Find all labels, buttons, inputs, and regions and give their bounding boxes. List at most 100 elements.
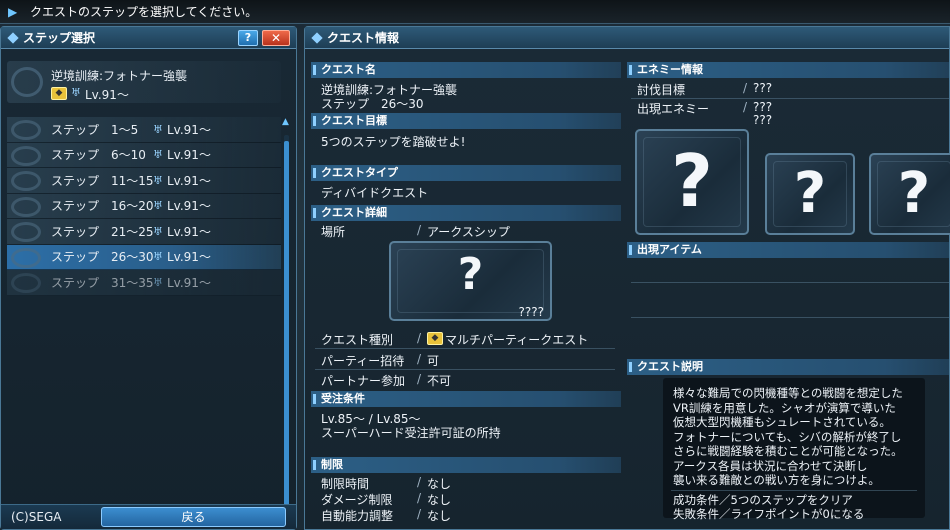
gear-icon [11,196,41,217]
quest-step-value: ステップ 26〜30 [321,97,424,111]
level-icon: ♅ [153,250,163,264]
step-name: ステップ 11〜15 [51,173,154,188]
target-value: ??? [753,81,773,95]
step-name: ステップ 6〜10 [51,148,146,163]
step-level: Lv.91〜 [167,122,211,137]
chevron-right-icon: ▶ [8,5,18,19]
auto-adjust-value: なし [427,509,452,523]
step-item-4[interactable]: ステップ 16〜20 ♅ Lv.91〜 [7,193,281,219]
enemy-value-2: ??? [753,113,773,127]
question-mark-icon: ? [793,161,827,226]
location-card[interactable]: ? ???? [389,241,552,321]
step-level: Lv.91〜 [167,199,211,214]
enemy-card-3[interactable]: ? [869,153,950,235]
quest-type-value: ディバイドクエスト [321,186,429,200]
step-item-6[interactable]: ステップ 26〜30 ♅ Lv.91〜 [7,244,281,270]
quest-info-panel: クエスト情報 クエスト名 逆境訓練:フォトナー強襲 ステップ 26〜30 クエス… [304,26,950,530]
damage-limit-value: なし [427,493,452,507]
quest-kind-value: マルチパーティークエスト [445,333,589,347]
enemy-label: 出現エネミー [637,102,710,116]
step-item-3[interactable]: ステップ 11〜15 ♅ Lv.91〜 [7,168,281,194]
restriction-heading: 制限 [311,457,621,473]
target-label: 討伐目標 [637,83,686,97]
bottom-bar: (C)SEGA 戻る [1,504,296,529]
quest-goal-heading: クエスト目標 [311,113,621,129]
step-select-panel: ステップ選択 ? ✕ 逆境訓練:フォトナー強襲 ◆ ♅ Lv.91〜 ステップ … [0,26,297,530]
slash-separator: / [417,331,422,345]
enemy-card-2[interactable]: ? [765,153,855,235]
slash-separator: / [417,352,422,366]
level-icon: ♅ [71,86,81,99]
scroll-up-icon[interactable]: ▲ [282,117,289,127]
party-invite-value: 可 [427,354,440,368]
level-icon: ♅ [153,199,163,213]
copyright-text: (C)SEGA [11,510,62,524]
multi-party-icon: ◆ [51,87,67,100]
question-mark-icon: ? [457,249,484,300]
quest-description-heading: クエスト説明 [627,359,949,375]
quest-name-heading: クエスト名 [311,62,621,78]
level-icon: ♅ [153,148,163,162]
slash-separator: / [417,491,422,505]
gear-icon [11,67,43,97]
top-message: クエストのステップを選択してください。 [30,5,258,19]
close-button[interactable]: ✕ [262,30,290,46]
order-requirement-heading: 受注条件 [311,391,621,407]
quest-goal-value: 5つのステップを踏破せよ! [321,135,466,149]
gear-icon [11,222,41,242]
step-list: ステップ 1〜5 ♅ Lv.91〜 ステップ 6〜10 ♅ Lv.91〜 ステッ… [7,117,281,296]
step-level: Lv.91〜 [167,224,211,239]
auto-adjust-label: 自動能力調整 [321,509,394,523]
partner-join-value: 不可 [427,374,452,388]
quest-type-heading: クエストタイプ [311,165,621,181]
slash-separator: / [743,100,748,114]
location-label: 場所 [321,225,346,239]
enemy-value-1: ??? [753,100,773,114]
quest-kind-label: クエスト種別 [321,333,394,347]
question-mark-icon: ? [671,139,713,223]
damage-limit-label: ダメージ制限 [321,493,393,507]
slash-separator: / [743,81,748,95]
location-value: アークスシップ [427,225,510,239]
multi-party-icon: ◆ [427,332,443,345]
step-item-1[interactable]: ステップ 1〜5 ♅ Lv.91〜 [7,117,281,143]
time-limit-label: 制限時間 [321,477,370,491]
step-name: ステップ 1〜5 [51,122,139,137]
quest-description-text: 様々な難局での閃機種等との戦闘を想定した VR訓練を用意した。シャオが演算で導い… [673,386,903,487]
quest-title-item: 逆境訓練:フォトナー強襲 ◆ ♅ Lv.91〜 [7,61,281,103]
level-icon: ♅ [153,275,163,289]
quest-level: Lv.91〜 [85,88,129,102]
diamond-icon [7,32,19,44]
scrollbar[interactable] [284,135,289,515]
step-item-5[interactable]: ステップ 21〜25 ♅ Lv.91〜 [7,219,281,245]
party-invite-label: パーティー招待 [321,354,405,368]
slash-separator: / [417,507,422,521]
gear-icon [11,273,41,293]
diamond-icon [311,32,323,44]
quest-info-header: クエスト情報 [305,27,949,49]
help-button[interactable]: ? [238,30,258,46]
level-icon: ♅ [153,122,163,136]
location-card-name: ???? [518,305,544,319]
time-limit-value: なし [427,477,452,491]
step-item-7[interactable]: ステップ 31〜35 ♅ Lv.91〜 [7,270,281,296]
requirement-permit: スーパーハード受注許可証の所持 [321,426,501,440]
scrollbar-thumb[interactable] [284,141,289,511]
quest-description-box: 様々な難局での閃機種等との戦闘を想定した VR訓練を用意した。シャオが演算で導い… [663,378,925,521]
back-button[interactable]: 戻る [101,507,286,527]
failure-condition: 失敗条件／ライフポイントが0になる [673,507,865,521]
drop-item-heading: 出現アイテム [627,242,949,258]
step-select-header: ステップ選択 ? ✕ [1,27,296,49]
gear-icon [11,247,41,268]
step-level: Lv.91〜 [167,173,211,188]
level-icon: ♅ [153,224,163,238]
gear-icon [11,145,41,166]
step-level: Lv.91〜 [167,250,211,265]
enemy-card-1[interactable]: ? [635,129,749,235]
step-item-2[interactable]: ステップ 6〜10 ♅ Lv.91〜 [7,142,281,168]
step-level: Lv.91〜 [167,148,211,163]
quest-info-title: クエスト情報 [327,31,400,45]
slash-separator: / [417,475,422,489]
slash-separator: / [417,372,422,386]
quest-detail-heading: クエスト詳細 [311,205,621,221]
